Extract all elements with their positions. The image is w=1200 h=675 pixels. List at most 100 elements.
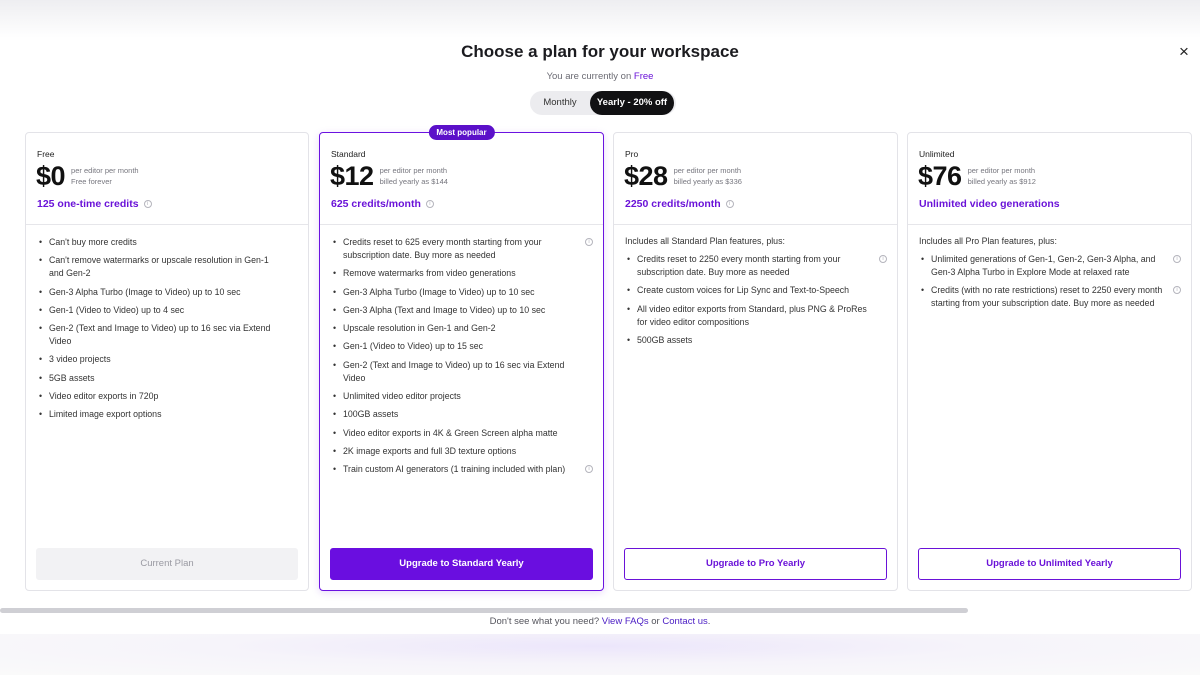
info-icon[interactable]: i bbox=[725, 200, 734, 208]
feature-text: Credits (with no rate restrictions) rese… bbox=[931, 285, 1163, 309]
feature-text: Gen-2 (Text and Image to Video) up to 16… bbox=[343, 359, 565, 383]
bullet-icon: • bbox=[627, 254, 631, 264]
price-row: $12 per editor per month billed yearly as … bbox=[330, 161, 448, 191]
feature-item: • Limited image export options bbox=[37, 408, 298, 421]
feature-text: 500GB assets bbox=[637, 334, 693, 345]
bullet-icon: • bbox=[39, 372, 43, 383]
plan-card-standard: Most popular Standard $12 per editor per mo… bbox=[319, 125, 604, 591]
most-popular-badge: Most popular bbox=[428, 125, 495, 140]
view-faqs-link[interactable]: View FAQs bbox=[602, 616, 649, 627]
feature-item: • Unlimited generations of Gen-1, Gen-2, … bbox=[919, 253, 1181, 279]
bullet-icon: • bbox=[39, 354, 43, 365]
feature-item: • Remove watermarks from video generation… bbox=[331, 267, 593, 280]
feature-list: • Can't buy more credits • Can't remove wat… bbox=[37, 236, 298, 427]
feature-text: 3 video projects bbox=[49, 354, 111, 365]
feature-list: Includes all Standard Plan features, plu… bbox=[625, 236, 887, 352]
price-meta-billing: billed yearly as $144 bbox=[379, 177, 448, 186]
price-meta-billing: billed yearly as $336 bbox=[673, 177, 742, 186]
plan-price: $12 bbox=[330, 161, 374, 191]
current-plan-line: You are currently on Free bbox=[0, 71, 1200, 82]
info-icon[interactable]: i bbox=[585, 465, 593, 474]
feature-text: Limited image export options bbox=[49, 409, 162, 420]
close-icon[interactable]: × bbox=[1176, 43, 1192, 60]
feature-item: • Video editor exports in 720p bbox=[37, 390, 298, 403]
plan-card-unlimited: Unlimited $76 per editor per month billed y… bbox=[907, 132, 1192, 591]
plan-cta-button: Current Plan bbox=[36, 548, 298, 580]
feature-text: Video editor exports in 720p bbox=[49, 391, 159, 402]
price-row: $28 per editor per month billed yearly as … bbox=[624, 161, 742, 191]
plan-cta-button[interactable]: Upgrade to Unlimited Yearly bbox=[918, 548, 1181, 580]
plan-credits: 125 one-time credits i bbox=[37, 198, 152, 210]
bullet-icon: • bbox=[333, 409, 337, 420]
feature-text: Credits reset to 2250 every month starti… bbox=[637, 254, 841, 277]
plan-credits-label: 2250 credits/month bbox=[625, 198, 721, 210]
footer-prefix: Don't see what you need? bbox=[489, 616, 600, 627]
feature-item: • Unlimited video editor projects bbox=[331, 390, 593, 403]
footer-help: Don't see what you need? View FAQs or Co… bbox=[0, 616, 1200, 627]
card-divider bbox=[26, 224, 308, 225]
current-plan-prefix: You are currently on bbox=[546, 71, 632, 82]
toggle-monthly[interactable]: Monthly bbox=[530, 91, 590, 115]
info-icon[interactable]: i bbox=[425, 200, 434, 208]
plan-price: $0 bbox=[36, 161, 66, 191]
feature-text: Gen-3 Alpha Turbo (Image to Video) up to… bbox=[343, 286, 535, 297]
feature-text: Video editor exports in 4K & Green Scree… bbox=[343, 427, 558, 438]
card-divider bbox=[614, 224, 897, 225]
bullet-icon: • bbox=[39, 286, 43, 297]
bullet-icon: • bbox=[39, 255, 43, 266]
feature-text: 2K image exports and full 3D texture opt… bbox=[343, 445, 517, 456]
feature-text: Can't buy more credits bbox=[49, 237, 137, 247]
features-intro: Includes all Pro Plan features, plus: bbox=[919, 236, 1057, 246]
feature-text: Unlimited video editor projects bbox=[343, 391, 461, 402]
plan-name: Unlimited bbox=[919, 149, 955, 159]
feature-item: • Gen-3 Alpha (Text and Image to Video) u… bbox=[331, 304, 593, 317]
feature-text: Remove watermarks from video generations bbox=[343, 268, 516, 279]
feature-list: Includes all Pro Plan features, plus: • Un… bbox=[919, 236, 1181, 316]
feature-item: • 3 video projects bbox=[37, 353, 298, 366]
feature-item: • Video editor exports in 4K & Green Scre… bbox=[331, 427, 593, 440]
feature-item: • Gen-3 Alpha Turbo (Image to Video) up t… bbox=[37, 286, 298, 299]
feature-item: • Train custom AI generators (1 training … bbox=[331, 463, 593, 476]
feature-item: • Gen-1 (Video to Video) up to 15 sec bbox=[331, 340, 593, 353]
info-icon[interactable]: i bbox=[143, 200, 152, 208]
info-icon[interactable]: i bbox=[1173, 255, 1181, 263]
bullet-icon: • bbox=[921, 285, 925, 296]
plan-price: $76 bbox=[918, 161, 962, 191]
plan-cta-button[interactable]: Upgrade to Standard Yearly bbox=[330, 548, 593, 580]
feature-item: • Gen-2 (Text and Image to Video) up to 1… bbox=[37, 322, 298, 348]
price-row: $0 per editor per month Free forever bbox=[36, 161, 139, 191]
feature-text: 5GB assets bbox=[49, 372, 95, 383]
info-icon[interactable]: i bbox=[585, 238, 593, 246]
price-meta-billing: Free forever bbox=[71, 177, 112, 186]
plan-credits-label: 625 credits/month bbox=[331, 198, 421, 210]
card-divider bbox=[908, 224, 1191, 225]
contact-us-link[interactable]: Contact us bbox=[662, 616, 707, 627]
price-row: $76 per editor per month billed yearly as … bbox=[918, 161, 1036, 191]
info-icon[interactable]: i bbox=[1173, 286, 1181, 295]
toggle-yearly[interactable]: Yearly - 20% off bbox=[590, 91, 674, 115]
feature-text: Gen-3 Alpha Turbo (Image to Video) up to… bbox=[49, 286, 241, 297]
feature-list: • Credits reset to 625 every month starti… bbox=[331, 236, 593, 482]
feature-item: • Gen-1 (Video to Video) up to 4 sec bbox=[37, 304, 298, 317]
billing-toggle: Monthly Yearly - 20% off bbox=[530, 91, 676, 115]
feature-text: Credits reset to 625 every month startin… bbox=[343, 237, 542, 260]
plan-cta-button[interactable]: Upgrade to Pro Yearly bbox=[624, 548, 887, 580]
bullet-icon: • bbox=[333, 445, 337, 456]
info-icon[interactable]: i bbox=[879, 255, 887, 263]
bullet-icon: • bbox=[39, 237, 43, 247]
feature-text: Can't remove watermarks or upscale resol… bbox=[49, 255, 269, 279]
feature-text: Upscale resolution in Gen-1 and Gen-2 bbox=[343, 323, 496, 334]
feature-text: Gen-2 (Text and Image to Video) up to 16… bbox=[49, 323, 271, 347]
price-meta: per editor per month billed yearly as $14… bbox=[380, 165, 448, 187]
bullet-icon: • bbox=[333, 464, 337, 475]
top-backdrop bbox=[0, 0, 1200, 38]
horizontal-scrollbar[interactable] bbox=[0, 608, 968, 613]
feature-item: • 5GB assets bbox=[37, 372, 298, 385]
price-meta: per editor per month billed yearly as $91… bbox=[968, 165, 1036, 187]
feature-text: Gen-1 (Video to Video) up to 4 sec bbox=[49, 304, 185, 315]
price-meta-unit: per editor per month bbox=[71, 166, 139, 175]
bullet-icon: • bbox=[627, 303, 631, 314]
plan-name: Standard bbox=[331, 149, 366, 159]
bullet-icon: • bbox=[39, 323, 43, 334]
plan-price: $28 bbox=[624, 161, 668, 191]
